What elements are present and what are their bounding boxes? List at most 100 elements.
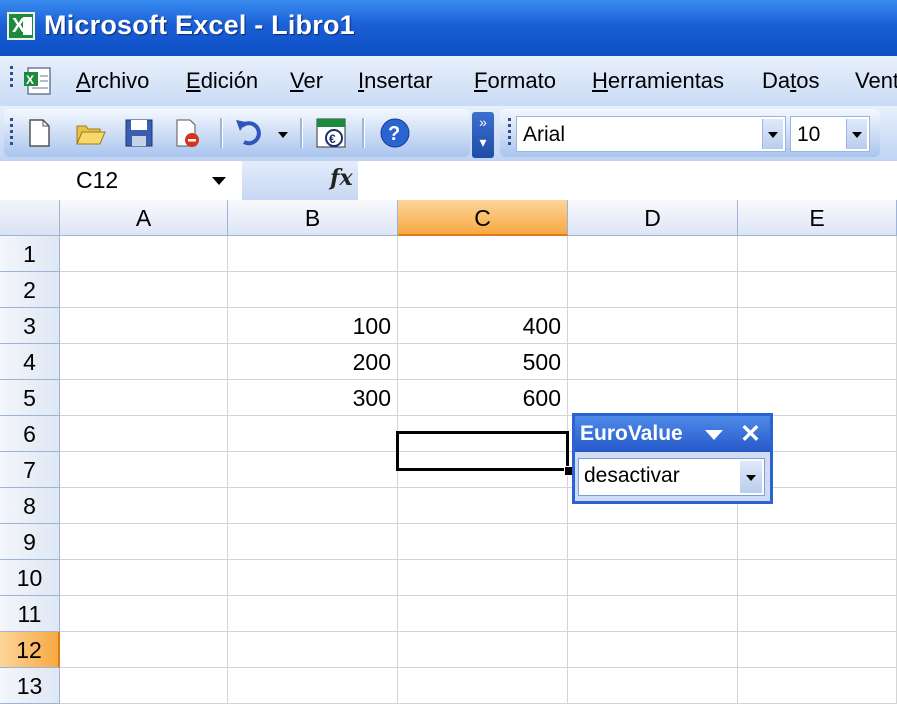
insert-function-icon[interactable]: fx [330, 165, 353, 191]
cell-b12[interactable] [228, 632, 398, 668]
euro-conversion-icon[interactable]: € [314, 116, 348, 150]
formula-input[interactable] [360, 161, 897, 201]
row-header-11[interactable]: 11 [0, 596, 60, 632]
cell-d3[interactable] [568, 308, 738, 344]
cell-a6[interactable] [60, 416, 228, 452]
cell-c13[interactable] [398, 668, 568, 704]
eurovalue-toolbar[interactable]: EuroValue ✕ desactivar [572, 413, 773, 504]
cell-c1[interactable] [398, 236, 568, 272]
cell-a13[interactable] [60, 668, 228, 704]
active-cell-c12[interactable] [396, 431, 569, 471]
cell-b5[interactable]: 300 [228, 380, 398, 416]
menu-edicion[interactable]: Edición [186, 68, 258, 94]
cell-e2[interactable] [738, 272, 897, 308]
cell-a10[interactable] [60, 560, 228, 596]
cell-a12[interactable] [60, 632, 228, 668]
menu-grip-icon[interactable] [10, 66, 14, 90]
font-name-combo[interactable]: Arial [516, 116, 786, 152]
column-header-e[interactable]: E [738, 200, 897, 236]
menu-archivo[interactable]: Archivo [76, 68, 149, 94]
cell-b2[interactable] [228, 272, 398, 308]
cell-b8[interactable] [228, 488, 398, 524]
cell-d10[interactable] [568, 560, 738, 596]
new-icon[interactable] [22, 116, 56, 150]
undo-dropdown-icon[interactable] [278, 132, 288, 138]
permission-icon[interactable] [170, 116, 204, 150]
cell-c10[interactable] [398, 560, 568, 596]
formatting-grip-icon[interactable] [508, 118, 512, 148]
help-icon[interactable]: ? [378, 116, 412, 150]
cell-b6[interactable] [228, 416, 398, 452]
cell-c9[interactable] [398, 524, 568, 560]
column-header-a[interactable]: A [60, 200, 228, 236]
cell-d9[interactable] [568, 524, 738, 560]
cell-d12[interactable] [568, 632, 738, 668]
toolbar-grip-icon[interactable] [10, 118, 14, 148]
cell-a11[interactable] [60, 596, 228, 632]
cell-a2[interactable] [60, 272, 228, 308]
cell-c4[interactable]: 500 [398, 344, 568, 380]
toolbar-options-arrow-icon[interactable] [705, 430, 723, 440]
cell-c11[interactable] [398, 596, 568, 632]
close-icon[interactable]: ✕ [740, 419, 761, 449]
font-size-dropdown-icon[interactable] [846, 119, 867, 149]
workbook-icon[interactable]: X [22, 64, 56, 98]
column-header-d[interactable]: D [568, 200, 738, 236]
cell-e9[interactable] [738, 524, 897, 560]
title-bar[interactable]: X Microsoft Excel - Libro1 [0, 0, 897, 56]
row-header-1[interactable]: 1 [0, 236, 60, 272]
row-header-4[interactable]: 4 [0, 344, 60, 380]
cell-e1[interactable] [738, 236, 897, 272]
cell-b4[interactable]: 200 [228, 344, 398, 380]
cell-d2[interactable] [568, 272, 738, 308]
cell-d13[interactable] [568, 668, 738, 704]
cell-e3[interactable] [738, 308, 897, 344]
menu-insertar[interactable]: Insertar [358, 68, 433, 94]
menu-ver[interactable]: Ver [290, 68, 323, 94]
row-header-3[interactable]: 3 [0, 308, 60, 344]
toolbar-options-icon[interactable]: » ▾ [472, 112, 494, 158]
cell-e10[interactable] [738, 560, 897, 596]
cell-a8[interactable] [60, 488, 228, 524]
menu-ventana[interactable]: Vent [855, 68, 897, 94]
column-header-c[interactable]: C [398, 200, 568, 236]
cell-a4[interactable] [60, 344, 228, 380]
cell-b10[interactable] [228, 560, 398, 596]
row-header-2[interactable]: 2 [0, 272, 60, 308]
row-header-7[interactable]: 7 [0, 452, 60, 488]
cell-c8[interactable] [398, 488, 568, 524]
eurovalue-dropdown-icon[interactable] [740, 461, 762, 493]
cell-d4[interactable] [568, 344, 738, 380]
row-header-6[interactable]: 6 [0, 416, 60, 452]
cell-b3[interactable]: 100 [228, 308, 398, 344]
menu-datos[interactable]: Datos [762, 68, 820, 94]
name-box[interactable]: C12 [4, 163, 199, 199]
cell-a9[interactable] [60, 524, 228, 560]
cell-a1[interactable] [60, 236, 228, 272]
font-size-combo[interactable]: 10 [790, 116, 870, 152]
cell-a7[interactable] [60, 452, 228, 488]
cell-b1[interactable] [228, 236, 398, 272]
cell-c12[interactable] [398, 632, 568, 668]
row-header-12[interactable]: 12 [0, 632, 60, 668]
row-header-5[interactable]: 5 [0, 380, 60, 416]
cell-d11[interactable] [568, 596, 738, 632]
cell-e11[interactable] [738, 596, 897, 632]
open-icon[interactable] [74, 116, 108, 150]
column-header-b[interactable]: B [228, 200, 398, 236]
eurovalue-title-bar[interactable]: EuroValue ✕ [575, 416, 770, 452]
cell-b11[interactable] [228, 596, 398, 632]
row-header-9[interactable]: 9 [0, 524, 60, 560]
eurovalue-mode-select[interactable]: desactivar [578, 458, 765, 496]
row-header-10[interactable]: 10 [0, 560, 60, 596]
cell-e5[interactable] [738, 380, 897, 416]
name-box-dropdown-icon[interactable] [200, 163, 240, 199]
cell-a5[interactable] [60, 380, 228, 416]
row-header-8[interactable]: 8 [0, 488, 60, 524]
cell-e13[interactable] [738, 668, 897, 704]
cell-b13[interactable] [228, 668, 398, 704]
cell-c3[interactable]: 400 [398, 308, 568, 344]
save-icon[interactable] [122, 116, 156, 150]
cell-c5[interactable]: 600 [398, 380, 568, 416]
cell-b9[interactable] [228, 524, 398, 560]
